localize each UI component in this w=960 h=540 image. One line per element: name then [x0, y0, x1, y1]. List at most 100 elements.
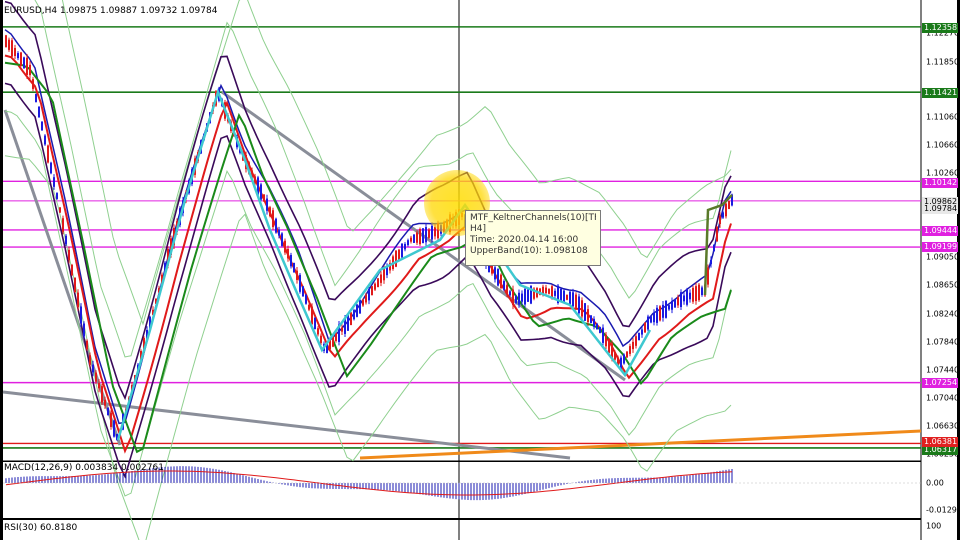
candle-body — [35, 94, 37, 102]
candle-body — [59, 207, 61, 213]
candle-body — [623, 354, 625, 364]
axis-panel — [921, 0, 960, 540]
rsi-header: RSI(30) 60.8180 — [4, 523, 78, 533]
candle-body — [608, 338, 610, 353]
candle-body — [359, 299, 361, 314]
candle-body — [494, 267, 496, 280]
candle-body — [491, 265, 493, 274]
candle-body — [56, 193, 58, 199]
candle-body — [65, 235, 67, 245]
candle-body — [689, 292, 691, 300]
candle-body — [575, 294, 577, 308]
candle-body — [707, 267, 709, 285]
candle-body — [311, 306, 313, 325]
candle-body — [629, 346, 631, 354]
candle-body — [722, 212, 724, 218]
candle-body — [272, 210, 274, 228]
candle-body — [26, 57, 28, 75]
candle-body — [563, 290, 565, 303]
candle-body — [8, 39, 10, 50]
price-level-tag: 1.11421 — [922, 88, 958, 98]
tooltip-line: UpperBand(10): 1.098108 — [470, 246, 588, 256]
macd-tick-label: 0.00 — [926, 478, 944, 488]
candle-body — [407, 240, 409, 246]
candle-body — [356, 304, 358, 317]
candle-body — [299, 274, 301, 292]
candle-body — [101, 386, 103, 403]
candle-body — [695, 286, 697, 302]
candle-body — [41, 121, 43, 131]
candle-body — [584, 303, 586, 321]
candle-body — [710, 259, 712, 265]
candle-body — [431, 225, 433, 240]
candle-body — [275, 218, 277, 233]
indicator-tooltip: MTF_KeltnerChannels(10)[TF: H4] Time: 20… — [465, 210, 601, 266]
candle-body — [728, 201, 730, 209]
chart-window[interactable]: EURUSD,H4 1.09875 1.09887 1.09732 1.0978… — [0, 0, 960, 540]
candle-body — [296, 270, 298, 280]
price-level-tag: 1.10142 — [922, 178, 958, 188]
candle-body — [500, 274, 502, 289]
candle-body — [365, 294, 367, 303]
candle-body — [371, 286, 373, 296]
candle-body — [578, 296, 580, 314]
candle-body — [653, 312, 655, 323]
candle-body — [524, 288, 526, 305]
candle-body — [701, 287, 703, 295]
candle-body — [605, 334, 607, 347]
candle-body — [698, 284, 700, 301]
candle-body — [374, 283, 376, 290]
candle-body — [512, 289, 514, 306]
price-tick-label: 1.10260 — [926, 168, 960, 178]
candle-body — [317, 328, 319, 335]
candle-body — [590, 315, 592, 324]
candle-body — [305, 294, 307, 304]
candle-body — [683, 295, 685, 302]
candle-body — [635, 336, 637, 346]
price-tick-label: 1.08240 — [926, 309, 960, 319]
candle-body — [662, 304, 664, 318]
frame-left — [0, 0, 3, 540]
candle-body — [434, 226, 436, 237]
candle-body — [314, 317, 316, 330]
candle-body — [284, 240, 286, 253]
candle-body — [107, 407, 109, 416]
macd-header: MACD(12,26,9) 0.003834 0.002761 — [4, 463, 164, 473]
candle-body — [713, 244, 715, 252]
candle-body — [659, 306, 661, 321]
candle-body — [62, 218, 64, 232]
candle-body — [443, 222, 445, 233]
candle-body — [644, 322, 646, 333]
candle-body — [692, 287, 694, 302]
candle-body — [521, 293, 523, 302]
candle-body — [416, 232, 418, 243]
candle-body — [569, 291, 571, 305]
candle-body — [593, 318, 595, 327]
candle-body — [86, 340, 88, 350]
candle-body — [614, 352, 616, 360]
candle-body — [674, 299, 676, 308]
candle-body — [260, 184, 262, 200]
candle-body — [572, 292, 574, 307]
candle-body — [14, 48, 16, 56]
candle-body — [77, 292, 79, 308]
price-chart[interactable] — [0, 0, 960, 540]
candle-body — [11, 40, 13, 57]
candle-body — [437, 223, 439, 239]
candle-body — [599, 327, 601, 333]
candle-body — [650, 316, 652, 323]
candle-body — [290, 254, 292, 267]
candle-body — [380, 274, 382, 283]
candle-body — [602, 327, 604, 343]
candle-body — [716, 226, 718, 242]
candle-body — [350, 312, 352, 325]
candle-body — [554, 290, 556, 296]
candle-body — [266, 198, 268, 211]
candle-body — [92, 364, 94, 373]
candle-body — [725, 203, 727, 217]
candle-body — [641, 329, 643, 335]
candle-body — [32, 79, 34, 89]
candle-body — [671, 300, 673, 310]
tooltip-line: H4] — [470, 224, 487, 234]
candle-body — [44, 135, 46, 145]
